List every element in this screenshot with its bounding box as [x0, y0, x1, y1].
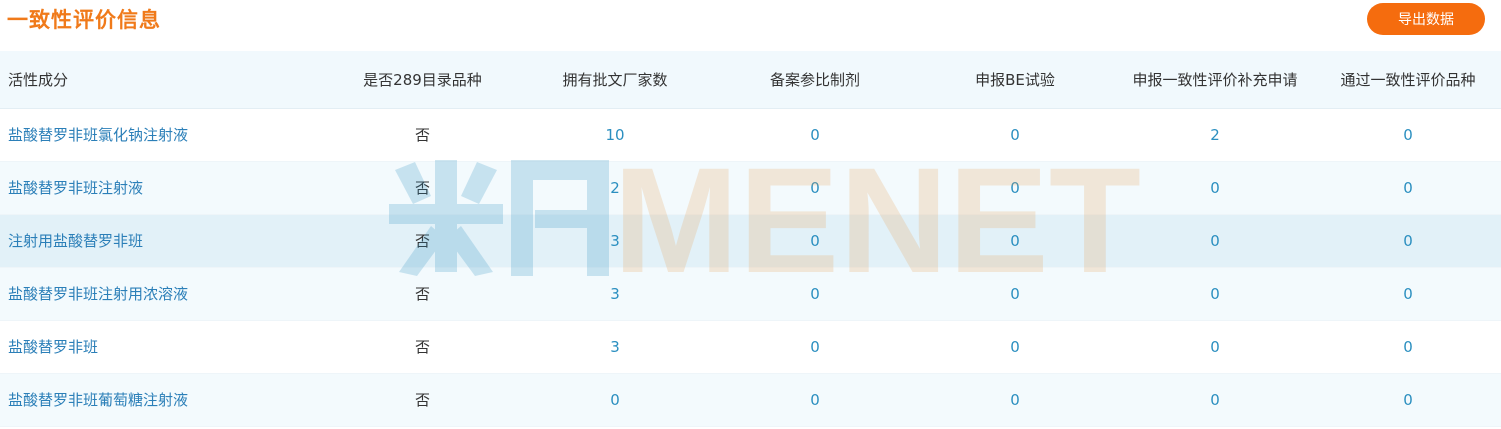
column-header-approved-makers: 拥有批文厂家数: [515, 51, 715, 109]
column-header-supplement-application: 申报一致性评价补充申请: [1115, 51, 1315, 109]
in-289-cell: 否: [330, 161, 515, 215]
table-row: 盐酸替罗非班葡萄糖注射液 否 0 0 0 0 0: [0, 373, 1501, 427]
table-row: 注射用盐酸替罗非班 否 3 0 0 0 0: [0, 214, 1501, 268]
in-289-cell: 否: [330, 267, 515, 321]
ingredient-link[interactable]: 盐酸替罗非班氯化钠注射液: [0, 108, 330, 162]
reference-filed-cell[interactable]: 0: [715, 161, 915, 215]
column-header-in-289-catalog: 是否289目录品种: [330, 51, 515, 109]
approved-makers-cell[interactable]: 3: [515, 320, 715, 374]
passed-cell[interactable]: 0: [1315, 161, 1501, 215]
supplement-cell[interactable]: 0: [1115, 267, 1315, 321]
be-trial-cell[interactable]: 0: [915, 214, 1115, 268]
reference-filed-cell[interactable]: 0: [715, 108, 915, 162]
supplement-cell[interactable]: 0: [1115, 161, 1315, 215]
table-row: 盐酸替罗非班氯化钠注射液 否 10 0 0 2 0: [0, 108, 1501, 162]
passed-cell[interactable]: 0: [1315, 267, 1501, 321]
table-header-row: 活性成分 是否289目录品种 拥有批文厂家数 备案参比制剂 申报BE试验 申报一…: [0, 51, 1501, 109]
passed-cell[interactable]: 0: [1315, 108, 1501, 162]
in-289-cell: 否: [330, 108, 515, 162]
in-289-cell: 否: [330, 320, 515, 374]
passed-cell[interactable]: 0: [1315, 320, 1501, 374]
be-trial-cell[interactable]: 0: [915, 161, 1115, 215]
approved-makers-cell[interactable]: 0: [515, 373, 715, 427]
approved-makers-cell[interactable]: 3: [515, 267, 715, 321]
be-trial-cell[interactable]: 0: [915, 320, 1115, 374]
approved-makers-cell[interactable]: 3: [515, 214, 715, 268]
export-data-button[interactable]: 导出数据: [1367, 3, 1485, 35]
approved-makers-cell[interactable]: 2: [515, 161, 715, 215]
page-header: 一致性评价信息 导出数据: [0, 0, 1501, 46]
supplement-cell[interactable]: 2: [1115, 108, 1315, 162]
be-trial-cell[interactable]: 0: [915, 267, 1115, 321]
in-289-cell: 否: [330, 214, 515, 268]
column-header-be-trial: 申报BE试验: [915, 51, 1115, 109]
consistency-evaluation-table: 活性成分 是否289目录品种 拥有批文厂家数 备案参比制剂 申报BE试验 申报一…: [0, 51, 1501, 427]
ingredient-link[interactable]: 注射用盐酸替罗非班: [0, 214, 330, 268]
in-289-cell: 否: [330, 373, 515, 427]
reference-filed-cell[interactable]: 0: [715, 267, 915, 321]
ingredient-link[interactable]: 盐酸替罗非班: [0, 320, 330, 374]
reference-filed-cell[interactable]: 0: [715, 320, 915, 374]
ingredient-link[interactable]: 盐酸替罗非班注射液: [0, 161, 330, 215]
ingredient-link[interactable]: 盐酸替罗非班葡萄糖注射液: [0, 373, 330, 427]
table-row: 盐酸替罗非班注射液 否 2 0 0 0 0: [0, 161, 1501, 215]
page-title: 一致性评价信息: [7, 8, 161, 32]
passed-cell[interactable]: 0: [1315, 373, 1501, 427]
supplement-cell[interactable]: 0: [1115, 320, 1315, 374]
column-header-reference-filed: 备案参比制剂: [715, 51, 915, 109]
table-row: 盐酸替罗非班注射用浓溶液 否 3 0 0 0 0: [0, 267, 1501, 321]
table-row: 盐酸替罗非班 否 3 0 0 0 0: [0, 320, 1501, 374]
passed-cell[interactable]: 0: [1315, 214, 1501, 268]
supplement-cell[interactable]: 0: [1115, 214, 1315, 268]
be-trial-cell[interactable]: 0: [915, 108, 1115, 162]
ingredient-link[interactable]: 盐酸替罗非班注射用浓溶液: [0, 267, 330, 321]
supplement-cell[interactable]: 0: [1115, 373, 1315, 427]
reference-filed-cell[interactable]: 0: [715, 373, 915, 427]
be-trial-cell[interactable]: 0: [915, 373, 1115, 427]
reference-filed-cell[interactable]: 0: [715, 214, 915, 268]
column-header-active-ingredient: 活性成分: [0, 51, 330, 109]
column-header-passed-evaluation: 通过一致性评价品种: [1315, 51, 1501, 109]
approved-makers-cell[interactable]: 10: [515, 108, 715, 162]
